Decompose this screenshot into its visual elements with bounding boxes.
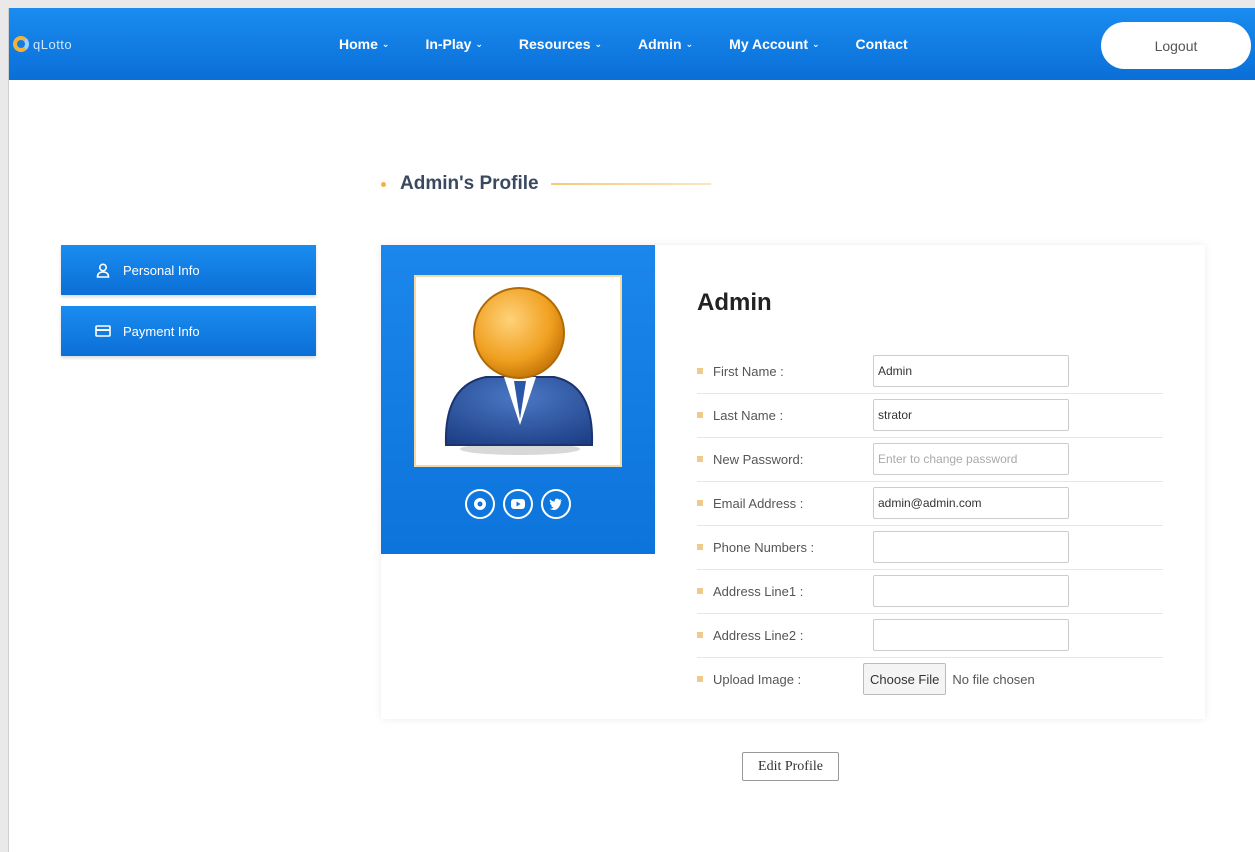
chevron-down-icon: ⌄ bbox=[594, 38, 603, 49]
file-status-text: No file chosen bbox=[952, 671, 1035, 687]
section-heading: Admin's Profile bbox=[381, 173, 711, 195]
address-line1-field[interactable] bbox=[873, 575, 1069, 607]
email-label: Email Address : bbox=[713, 495, 804, 511]
heading-underline bbox=[550, 183, 711, 185]
profile-avatar-panel bbox=[381, 245, 655, 554]
new-password-row: New Password: bbox=[697, 437, 1163, 481]
last-name-row: Last Name : bbox=[697, 393, 1163, 437]
nav-item-home[interactable]: Home ⌄ bbox=[339, 36, 389, 52]
nav-item-admin[interactable]: Admin ⌄ bbox=[638, 36, 693, 52]
address-line1-row: Address Line1 : bbox=[697, 569, 1163, 613]
first-name-field[interactable] bbox=[873, 355, 1069, 387]
phone-field[interactable] bbox=[873, 531, 1069, 563]
profile-card: Admin First Name : Last Name : New Passw… bbox=[381, 245, 1205, 719]
last-name-field[interactable] bbox=[873, 399, 1069, 431]
address-line2-row: Address Line2 : bbox=[697, 613, 1163, 657]
upload-image-row: Upload Image : Choose File No file chose… bbox=[697, 657, 1163, 701]
avatar bbox=[414, 275, 622, 467]
new-password-label: New Password: bbox=[713, 451, 804, 467]
nav-item-in-play[interactable]: In-Play ⌄ bbox=[425, 36, 482, 52]
heading-bullet bbox=[381, 181, 386, 187]
nav-item-resources[interactable]: Resources ⌄ bbox=[519, 36, 602, 52]
new-password-field[interactable] bbox=[873, 443, 1069, 475]
file-input: Choose File No file chosen bbox=[863, 663, 1035, 695]
nav-item-my-account[interactable]: My Account ⌄ bbox=[729, 36, 819, 52]
field-bullet bbox=[697, 456, 703, 462]
top-navbar: qLotto Home ⌄ In-Play ⌄ Resources ⌄ Admi… bbox=[9, 8, 1255, 80]
sidebar-item-personal-info[interactable]: Personal Info bbox=[61, 245, 316, 295]
user-icon bbox=[95, 262, 111, 278]
address-line1-label: Address Line1 : bbox=[713, 583, 804, 599]
email-row: Email Address : bbox=[697, 481, 1163, 525]
brand-logo[interactable]: qLotto bbox=[13, 36, 72, 52]
first-name-label: First Name : bbox=[713, 363, 784, 379]
nav-item-label: Admin bbox=[638, 36, 682, 52]
nav-item-label: Resources bbox=[518, 36, 591, 52]
address-line2-field[interactable] bbox=[873, 619, 1069, 651]
address-line2-label: Address Line2 : bbox=[713, 627, 804, 643]
chevron-down-icon: ⌄ bbox=[475, 38, 483, 49]
browser-page: qLotto Home ⌄ In-Play ⌄ Resources ⌄ Admi… bbox=[8, 8, 1255, 852]
youtube-icon[interactable] bbox=[503, 489, 533, 519]
instagram-icon[interactable] bbox=[465, 489, 495, 519]
sidebar-item-payment-info[interactable]: Payment Info bbox=[61, 306, 316, 356]
nav-item-label: My Account bbox=[729, 36, 808, 52]
chevron-down-icon: ⌄ bbox=[381, 38, 390, 49]
logout-button[interactable]: Logout bbox=[1101, 22, 1251, 69]
field-bullet bbox=[697, 676, 703, 682]
social-links bbox=[381, 489, 655, 519]
nav-item-label: Contact bbox=[855, 36, 908, 52]
field-bullet bbox=[697, 632, 703, 638]
field-bullet bbox=[697, 368, 703, 374]
brand-name: qLotto bbox=[33, 36, 73, 52]
main-menu: Home ⌄ In-Play ⌄ Resources ⌄ Admin ⌄ My … bbox=[339, 8, 944, 80]
credit-card-icon bbox=[95, 325, 111, 337]
first-name-row: First Name : bbox=[697, 349, 1163, 393]
field-bullet bbox=[697, 588, 703, 594]
field-bullet bbox=[697, 412, 703, 418]
profile-display-name: Admin bbox=[697, 289, 772, 316]
sidebar-item-label: Personal Info bbox=[123, 262, 200, 278]
chevron-down-icon: ⌄ bbox=[811, 38, 820, 49]
chevron-down-icon: ⌄ bbox=[685, 38, 694, 49]
q-logo-icon bbox=[13, 36, 29, 52]
nav-item-label: Home bbox=[339, 36, 378, 52]
nav-item-contact[interactable]: Contact bbox=[856, 36, 908, 52]
email-field[interactable] bbox=[873, 487, 1069, 519]
nav-item-label: In-Play bbox=[425, 36, 472, 52]
edit-profile-button[interactable]: Edit Profile bbox=[742, 752, 839, 781]
upload-image-label: Upload Image : bbox=[713, 671, 802, 687]
phone-label: Phone Numbers : bbox=[713, 539, 815, 555]
avatar-user-icon bbox=[444, 287, 594, 455]
sidebar-item-label: Payment Info bbox=[123, 323, 200, 339]
phone-row: Phone Numbers : bbox=[697, 525, 1163, 569]
choose-file-button[interactable]: Choose File bbox=[863, 663, 947, 695]
last-name-label: Last Name : bbox=[713, 407, 784, 423]
page-title: Admin's Profile bbox=[400, 173, 539, 194]
twitter-icon[interactable] bbox=[541, 489, 571, 519]
field-bullet bbox=[697, 500, 703, 506]
field-bullet bbox=[697, 544, 703, 550]
